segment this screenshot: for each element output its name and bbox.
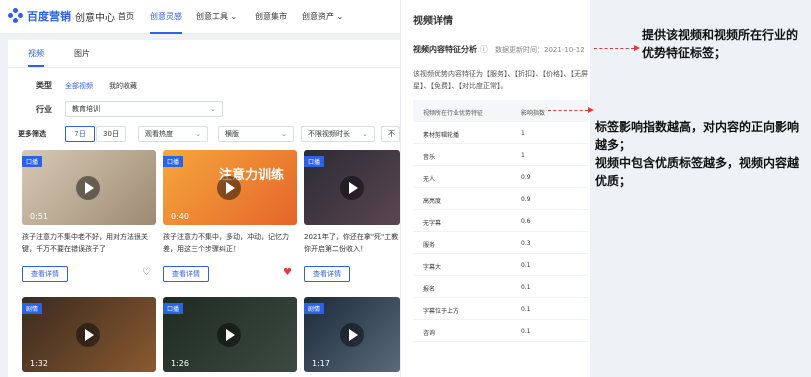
tab-image[interactable]: 图片 [74,48,90,59]
filter-30-days[interactable]: 30日 [96,126,126,142]
table-header: 视频所在行业优势特征 影响指数 [413,100,588,122]
column-header-feature: 视频所在行业优势特征 [423,110,484,117]
industry-select[interactable]: 教育培训 ⌄ [65,101,223,117]
annotation-middle-2: 视频中包含优质标签越多，视频内容越优质； [595,156,800,188]
video-tag: 剧情 [22,303,43,314]
view-details-button[interactable]: 查看详情 [22,266,68,282]
video-thumbnail[interactable]: 口播 注意力训练 0:40 [163,150,297,225]
video-tag: 口播 [163,156,184,167]
table-row: 咨询 0.1 [413,320,588,342]
nav-creative-assets[interactable]: 创意资产 ⌄ [302,0,343,34]
feature-analysis-heading: 视频内容特征分析 ⓘ [413,45,488,54]
nav-creative-market[interactable]: 创意集市 [255,0,287,34]
table-row: 服务 0.3 [413,232,588,254]
play-icon[interactable] [217,176,241,200]
top-navigation-bar: 百度营销 创意中心 首页 创意灵感 创意工具 ⌄ 创意集市 创意资产 ⌄ [0,0,400,34]
video-duration: 0:40 [171,212,189,221]
video-card[interactable]: 剧情 1:17 [304,297,400,372]
more-filters-label: 更多筛选 [18,130,46,138]
view-details-button[interactable]: 查看详情 [163,266,209,282]
extra-select[interactable]: 不限 [381,126,400,142]
video-tag: 剧情 [304,303,325,314]
heart-icon[interactable]: ♡ [142,267,151,278]
type-my-favorites[interactable]: 我的收藏 [109,81,137,91]
help-icon[interactable]: ⓘ [480,45,488,54]
annotation-arrow-line [548,110,588,111]
chevron-down-icon: ⌄ [210,105,216,113]
industry-label: 行业 [36,105,52,114]
table-row: 无字幕 0.6 [413,210,588,232]
paw-logo-icon [8,8,24,24]
video-duration: 1:17 [312,359,330,368]
table-row: 音乐 1 [413,144,588,166]
feature-table: 视频所在行业优势特征 影响指数 素材剪辑轮播 1 音乐 1 无人 0.9 高亮度 0.9… [413,100,588,342]
video-description: 2021年了，你还在拿"死"工教你开启第二份收入！ [304,233,399,253]
video-description: 孩子注意力不集中，多动，冲动，记忆力差，用这三个步骤纠正！ [163,233,289,253]
table-row: 高亮度 0.9 [413,188,588,210]
video-description: 孩子注意力不集中老不好，用对方法很关键，千万不要在错误孩子了 [22,233,148,253]
play-icon[interactable] [340,176,364,200]
chevron-down-icon: ⌄ [336,12,344,21]
view-details-button[interactable]: 查看详情 [304,266,350,282]
brand-sub: 创意中心 [75,12,115,24]
video-thumbnail[interactable]: 剧情 1:32 [22,297,156,372]
type-label: 类型 [36,81,52,90]
brand-name: 百度营销 [27,10,71,23]
duration-select[interactable]: 不限视频时长 ⌄ [301,126,375,142]
video-card[interactable]: 口播 1:26 [163,297,297,372]
video-thumbnail[interactable]: 口播 1:26 [163,297,297,372]
content-tabs: 视频 图片 [8,40,400,68]
play-icon[interactable] [217,323,241,347]
video-thumbnail[interactable]: 剧情 1:17 [304,297,400,372]
video-tag: 口播 [22,156,43,167]
annotation-arrow-icon [588,107,594,113]
column-header-index: 影响指数 [521,110,546,117]
nav-creative-tools[interactable]: 创意工具 ⌄ [196,0,237,34]
table-row: 无人 0.9 [413,166,588,188]
heart-filled-icon[interactable]: ♥ [283,267,292,278]
video-thumbnail[interactable]: 口播 0:51 [22,150,156,225]
filter-7-days[interactable]: 7日 [65,126,95,142]
chevron-down-icon: ⌄ [195,130,201,138]
feature-description: 该视频优势内容特征为【服务】、【折扣】、【价格】、【无屏星】、【免费】、【对比度… [413,70,588,90]
chevron-down-icon: ⌄ [230,12,238,21]
detail-title: 视频详情 [413,16,453,27]
video-tag: 口播 [304,156,325,167]
update-time: 数据更新时间：2021-10-12 [495,46,585,54]
video-tag: 口播 [163,303,184,314]
chevron-down-icon: ⌄ [362,130,368,138]
video-card[interactable]: 口播 2021年了，你还在拿"死"工教你开启第二份收入！ 查看详情 [304,150,400,282]
heat-select[interactable]: 观看热度 ⌄ [138,126,208,142]
play-icon[interactable] [340,323,364,347]
content-panel: 视频 图片 类型 全部视频 我的收藏 行业 教育培训 ⌄ 更多筛选 7日 30日 … [8,40,400,377]
nav-home[interactable]: 首页 [118,0,134,34]
video-card[interactable]: 口播 0:51 孩子注意力不集中老不好，用对方法很关键，千万不要在错误孩子了 查… [22,150,156,282]
video-card[interactable]: 剧情 1:32 [22,297,156,372]
chevron-down-icon: ⌄ [281,130,287,138]
video-card[interactable]: 口播 注意力训练 0:40 孩子注意力不集中，多动，冲动，记忆力差，用这三个步骤… [163,150,297,282]
annotation-middle-1: 标签影响指数越高，对内容的正向影响越多； [595,120,800,152]
play-icon[interactable] [76,176,100,200]
table-row: 素材剪辑轮播 1 [413,122,588,144]
annotation-arrow-line [594,48,634,49]
nav-creative-inspiration[interactable]: 创意灵感 [150,0,182,34]
orientation-select[interactable]: 横版 ⌄ [218,126,294,142]
play-icon[interactable] [76,323,100,347]
tab-video[interactable]: 视频 [28,48,44,67]
video-duration: 1:26 [171,359,189,368]
type-all-videos[interactable]: 全部视频 [65,81,93,91]
annotation-top: 提供该视频和视频所在行业的优势特征标签； [642,28,799,60]
annotation-arrow-icon [634,45,640,51]
video-duration: 1:32 [30,359,48,368]
brand-logo[interactable]: 百度营销 创意中心 [8,8,115,24]
video-duration: 0:51 [30,212,48,221]
table-row: 字幕大 0.1 [413,254,588,276]
video-detail-panel: 视频详情 视频内容特征分析 ⓘ 数据更新时间：2021-10-12 该视频优势内… [400,0,590,377]
table-row: 字幕位于上方 0.1 [413,298,588,320]
table-row: 报名 0.1 [413,276,588,298]
video-thumbnail[interactable]: 口播 [304,150,400,225]
